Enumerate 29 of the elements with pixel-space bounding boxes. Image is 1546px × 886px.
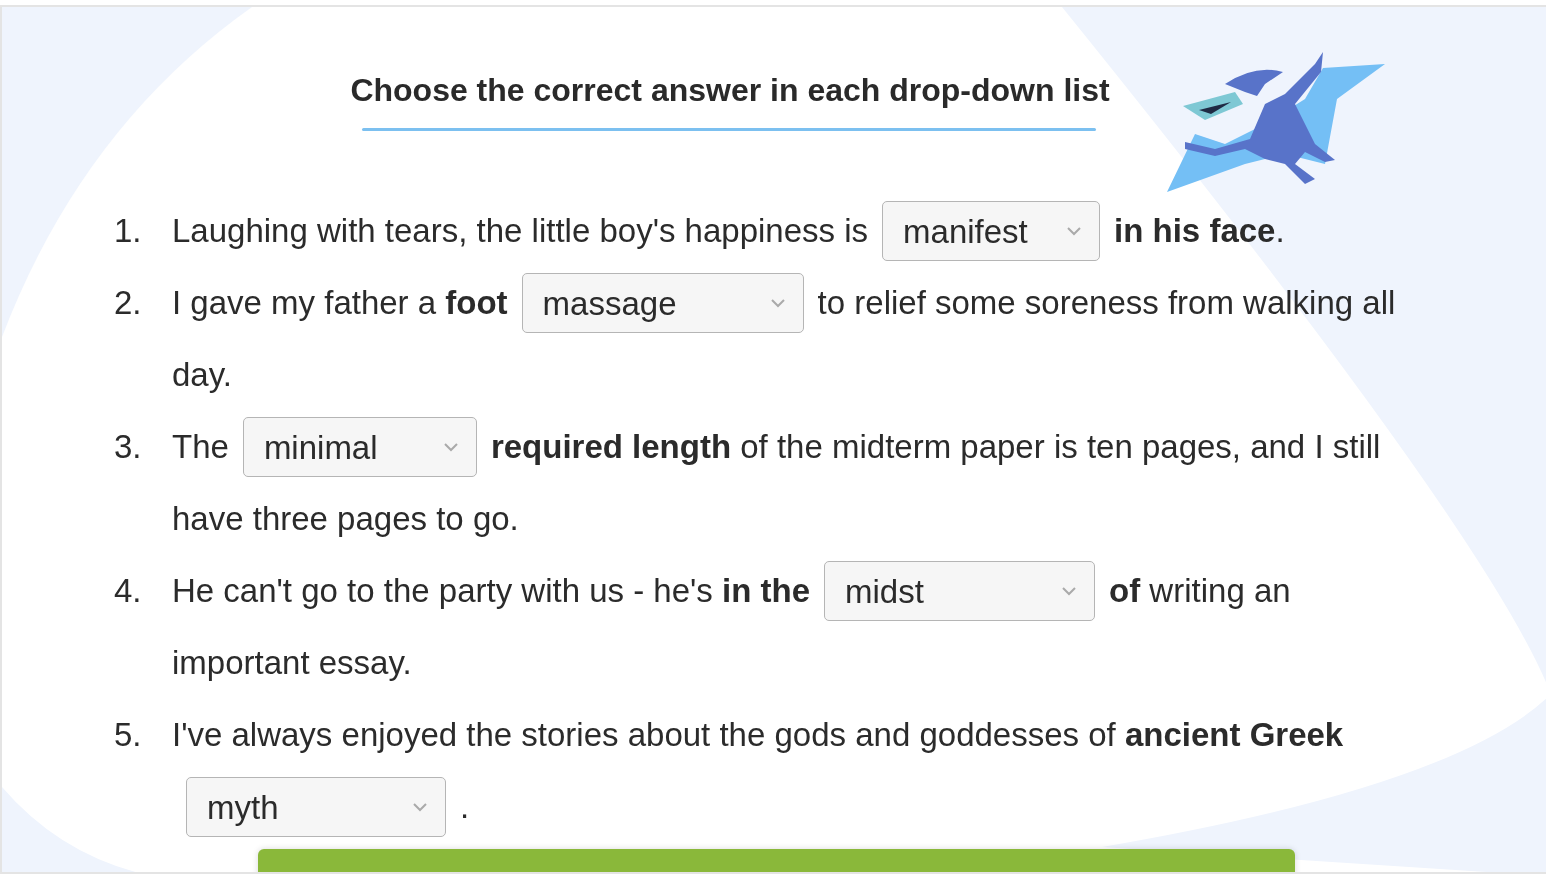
question-text: have three pages to go. (172, 499, 519, 539)
chevron-down-icon (411, 801, 429, 813)
question-text: day. (172, 355, 232, 395)
question-number: 4. (113, 571, 143, 611)
question-text: of writing an (1109, 571, 1291, 611)
question-number: 2. (113, 283, 143, 323)
question-number: 1. (113, 211, 143, 251)
question-text: important essay. (172, 643, 412, 683)
question-text: I gave my father a foot (172, 283, 508, 323)
question-text: I've always enjoyed the stories about the gods and goddesses of ancient Greek (172, 715, 1344, 755)
question-number: 5. (113, 715, 143, 755)
question-text: He can't go to the party with us - he's in the (172, 571, 811, 611)
instruction-title: Choose the correct answer in each drop-down list (350, 71, 1110, 110)
question-text: . (460, 787, 470, 827)
chevron-down-icon (1060, 585, 1079, 597)
answer-dropdown[interactable]: manifest (882, 201, 1101, 261)
chevron-down-icon (441, 441, 460, 453)
answer-dropdown[interactable]: minimal (242, 417, 477, 477)
question-text: to relief some soreness from walking all (817, 283, 1396, 323)
question-text: in his face. (1114, 211, 1285, 251)
answer-dropdown[interactable]: massage (521, 273, 804, 333)
question-text: Laughing with tears, the little boy's happiness is (172, 211, 869, 251)
chevron-down-icon (1065, 225, 1084, 237)
question-text: The (172, 427, 229, 467)
chevron-down-icon (768, 297, 787, 309)
answer-dropdown[interactable]: myth (186, 777, 446, 837)
question-number: 3. (113, 427, 143, 467)
answer-dropdown[interactable]: midst (824, 561, 1096, 621)
question-text: required length of the midterm paper is ten pages, and I still (490, 427, 1381, 467)
